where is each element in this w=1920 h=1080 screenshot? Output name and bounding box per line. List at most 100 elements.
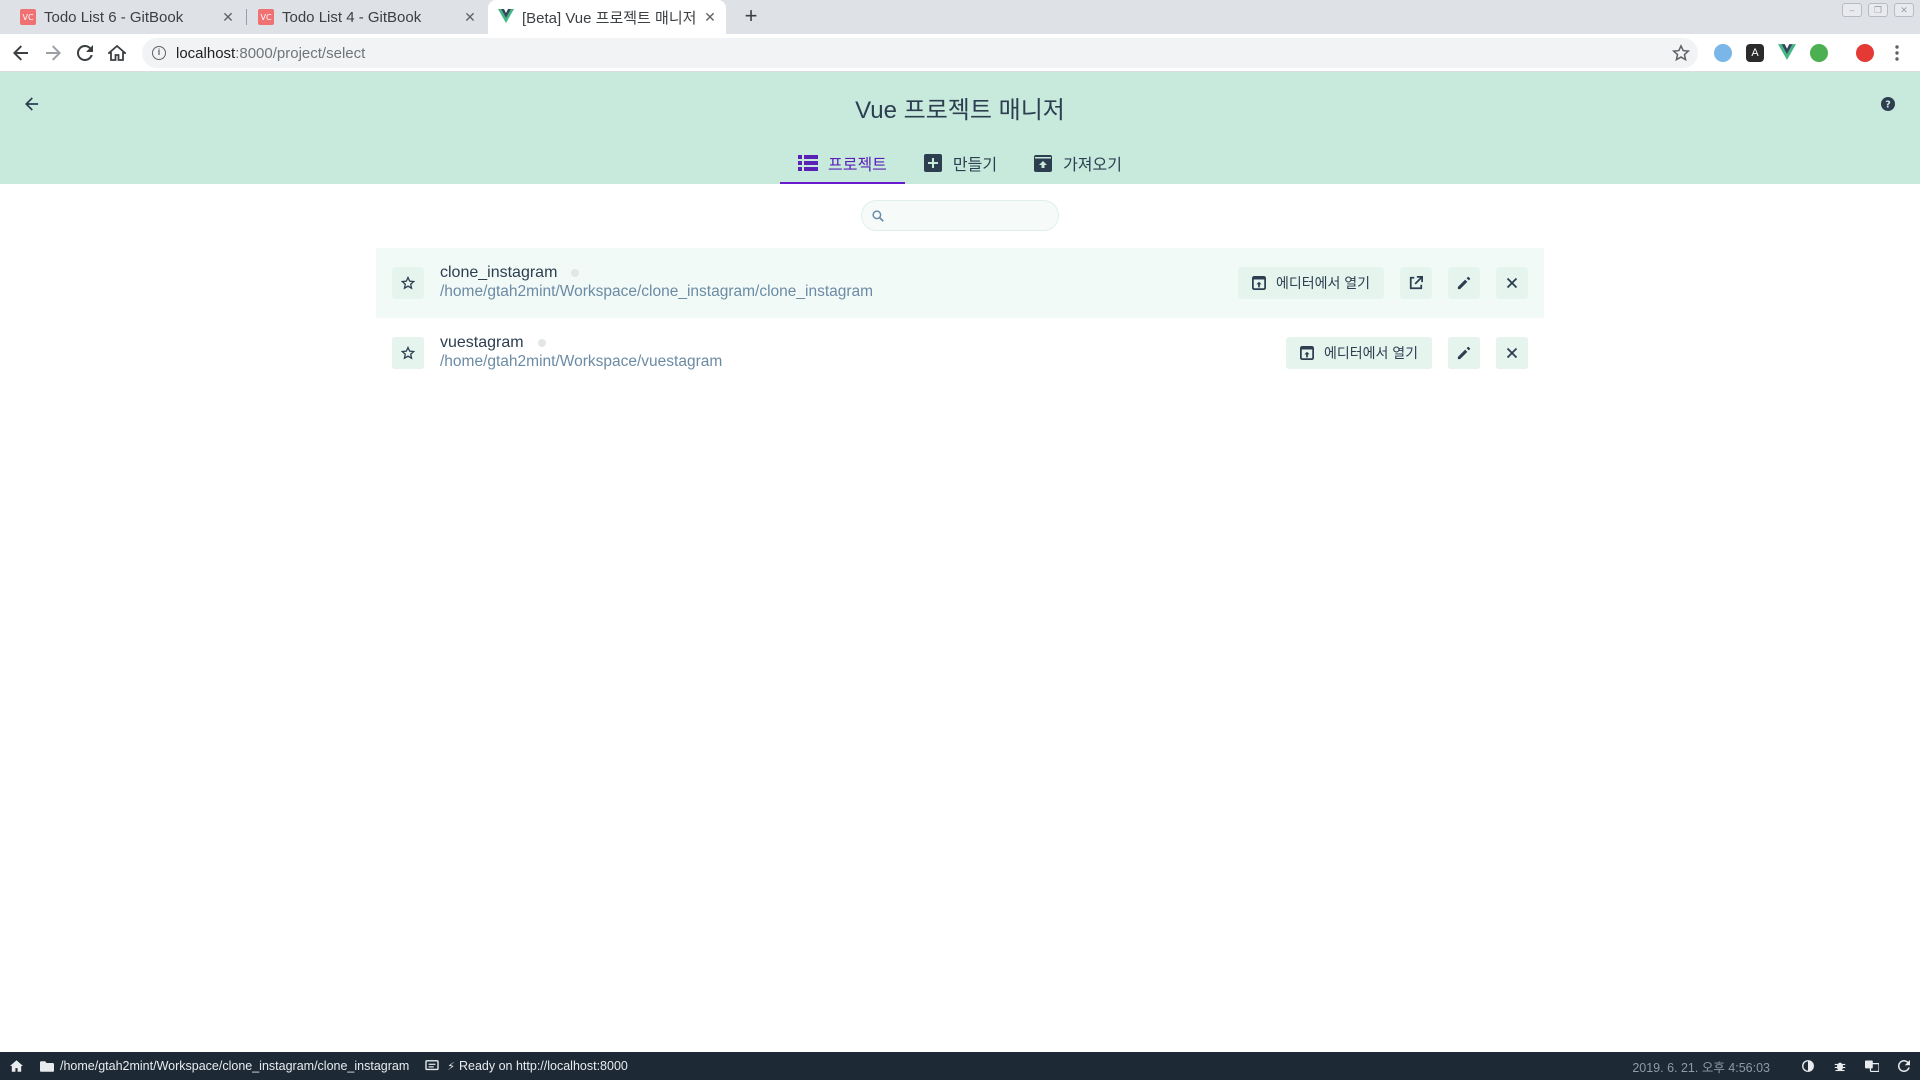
page-title: Vue 프로젝트 매니저	[855, 97, 1065, 124]
search-input[interactable]	[892, 207, 1052, 224]
plug-icon: ⚡	[447, 1060, 455, 1073]
site-info-icon[interactable]: i	[152, 46, 166, 60]
tab-import[interactable]: 가져오기	[1015, 142, 1140, 184]
status-cwd[interactable]: /home/gtah2mint/Workspace/clone_instagra…	[32, 1052, 409, 1080]
console-icon	[425, 1060, 439, 1071]
gitbook-icon: VC	[20, 9, 36, 25]
close-icon	[1506, 347, 1518, 359]
svg-text:?: ?	[1885, 100, 1891, 111]
project-title: clone_instagram	[440, 264, 580, 282]
edit-icon	[1457, 346, 1471, 360]
reload-icon[interactable]	[72, 40, 98, 66]
main-tabs: 프로젝트 만들기 가져오기	[780, 142, 1140, 184]
open-in-browser-icon	[1251, 276, 1266, 290]
project-path: /home/gtah2mint/Workspace/clone_instagra…	[440, 283, 874, 300]
help-icon: ?	[1881, 97, 1895, 111]
project-name: clone_instagram	[440, 264, 558, 281]
project-actions: 에디터에서 열기	[1270, 337, 1528, 369]
extension-green-icon[interactable]	[1810, 44, 1828, 62]
project-name: vuestagram	[440, 334, 524, 351]
project-row[interactable]: clone_instagram /home/gtah2mint/Workspac…	[376, 248, 1544, 318]
open-in-editor-button[interactable]: 에디터에서 열기	[1237, 267, 1384, 299]
open-in-editor-button[interactable]: 에디터에서 열기	[1285, 337, 1432, 369]
close-icon	[1506, 277, 1518, 289]
tab-label: 가져오기	[1063, 157, 1122, 174]
app-header: Vue 프로젝트 매니저 ? 프로젝트 만들기 가져오기	[0, 72, 1920, 184]
new-tab-button[interactable]: +	[738, 4, 764, 30]
browser-tab-strip: VC Todo List 6 - GitBook ✕ VC Todo List …	[0, 0, 1920, 34]
extension-vue-devtools-icon[interactable]	[1778, 44, 1796, 62]
browser-menu-icon[interactable]	[1884, 40, 1910, 66]
address-bar[interactable]: i localhost:8000/project/select	[142, 38, 1698, 68]
url-path: :8000/project/select	[235, 44, 366, 62]
project-title: vuestagram	[440, 334, 546, 352]
browser-tab-todo-list-4[interactable]: VC Todo List 4 - GitBook ✕	[248, 0, 486, 34]
remove-project-button[interactable]	[1496, 267, 1528, 299]
folder-icon	[40, 1060, 54, 1072]
status-home-button[interactable]	[0, 1052, 32, 1080]
browser-tab-title: Todo List 6 - GitBook	[44, 8, 184, 26]
status-bar-right: 2019. 6. 21. 오후 4:56:03	[1632, 1052, 1920, 1080]
profile-avatar-icon[interactable]	[1856, 44, 1874, 62]
url-text: localhost:8000/project/select	[176, 45, 365, 62]
status-server[interactable]: ⚡ Ready on http://localhost:8000	[409, 1052, 628, 1080]
edit-icon	[1457, 276, 1471, 290]
open-in-editor-label: 에디터에서 열기	[1323, 345, 1418, 361]
project-list: clone_instagram /home/gtah2mint/Workspac…	[376, 248, 1544, 388]
window-close-icon[interactable]: ✕	[1894, 3, 1914, 17]
project-status-dot	[571, 269, 580, 277]
project-path: /home/gtah2mint/Workspace/vuestagram	[440, 353, 723, 370]
browser-tab-todo-list-6[interactable]: VC Todo List 6 - GitBook ✕	[0, 0, 244, 34]
extension-a-icon[interactable]: A	[1746, 44, 1764, 62]
unarchive-icon	[1033, 154, 1053, 172]
status-bar: /home/gtah2mint/Workspace/clone_instagra…	[0, 1052, 1920, 1080]
tab-close-icon[interactable]: ✕	[702, 9, 718, 26]
star-outline-icon	[401, 276, 415, 290]
tab-projects[interactable]: 프로젝트	[780, 142, 905, 184]
gitbook-icon: VC	[258, 9, 274, 25]
tab-label: 프로젝트	[828, 157, 887, 174]
open-project-button[interactable]	[1400, 267, 1432, 299]
status-server-text: Ready on http://localhost:8000	[459, 1059, 628, 1073]
star-outline-icon	[401, 346, 415, 360]
open-in-new-icon	[1409, 276, 1423, 290]
browser-tab-title: Todo List 4 - GitBook	[282, 8, 422, 26]
url-host: localhost	[176, 44, 236, 62]
home-icon[interactable]	[104, 40, 130, 66]
home-icon	[9, 1060, 23, 1072]
tab-close-icon[interactable]: ✕	[220, 9, 236, 26]
translate-icon[interactable]	[1856, 1052, 1888, 1080]
forward-arrow-icon[interactable]	[40, 40, 66, 66]
favorite-button[interactable]	[392, 337, 424, 369]
open-in-browser-icon	[1299, 346, 1314, 360]
add-box-icon	[923, 154, 943, 172]
restore-icon[interactable]: ❐	[1868, 3, 1888, 17]
remove-project-button[interactable]	[1496, 337, 1528, 369]
extension-vscode-icon[interactable]	[1714, 44, 1732, 62]
open-in-editor-label: 에디터에서 열기	[1275, 275, 1370, 291]
status-datetime: 2019. 6. 21. 오후 4:56:03	[1632, 1060, 1770, 1075]
rename-project-button[interactable]	[1448, 337, 1480, 369]
status-cwd-text: /home/gtah2mint/Workspace/clone_instagra…	[60, 1059, 410, 1073]
project-search	[861, 200, 1059, 231]
vue-icon	[498, 9, 514, 25]
back-arrow-icon[interactable]	[8, 40, 34, 66]
project-actions: 에디터에서 열기	[1222, 267, 1528, 299]
rename-project-button[interactable]	[1448, 267, 1480, 299]
help-button[interactable]: ?	[1876, 92, 1900, 116]
bookmark-star-icon[interactable]	[1671, 44, 1691, 67]
tab-create[interactable]: 만들기	[905, 142, 1015, 184]
tab-close-icon[interactable]: ✕	[462, 9, 478, 26]
list-icon	[798, 154, 818, 172]
bug-report-icon[interactable]	[1824, 1052, 1856, 1080]
search-icon	[872, 209, 886, 223]
browser-tab-title: [Beta] Vue 프로젝트 매니저	[522, 9, 697, 27]
refresh-icon[interactable]	[1888, 1052, 1920, 1080]
browser-toolbar: i localhost:8000/project/select A	[0, 34, 1920, 72]
dark-mode-icon[interactable]	[1792, 1052, 1824, 1080]
favorite-button[interactable]	[392, 267, 424, 299]
minimize-icon[interactable]: –	[1842, 3, 1862, 17]
browser-tab-vue-project-manager[interactable]: [Beta] Vue 프로젝트 매니저 ✕	[488, 0, 726, 34]
project-status-dot	[537, 339, 546, 347]
project-row[interactable]: vuestagram /home/gtah2mint/Workspace/vue…	[376, 318, 1544, 388]
